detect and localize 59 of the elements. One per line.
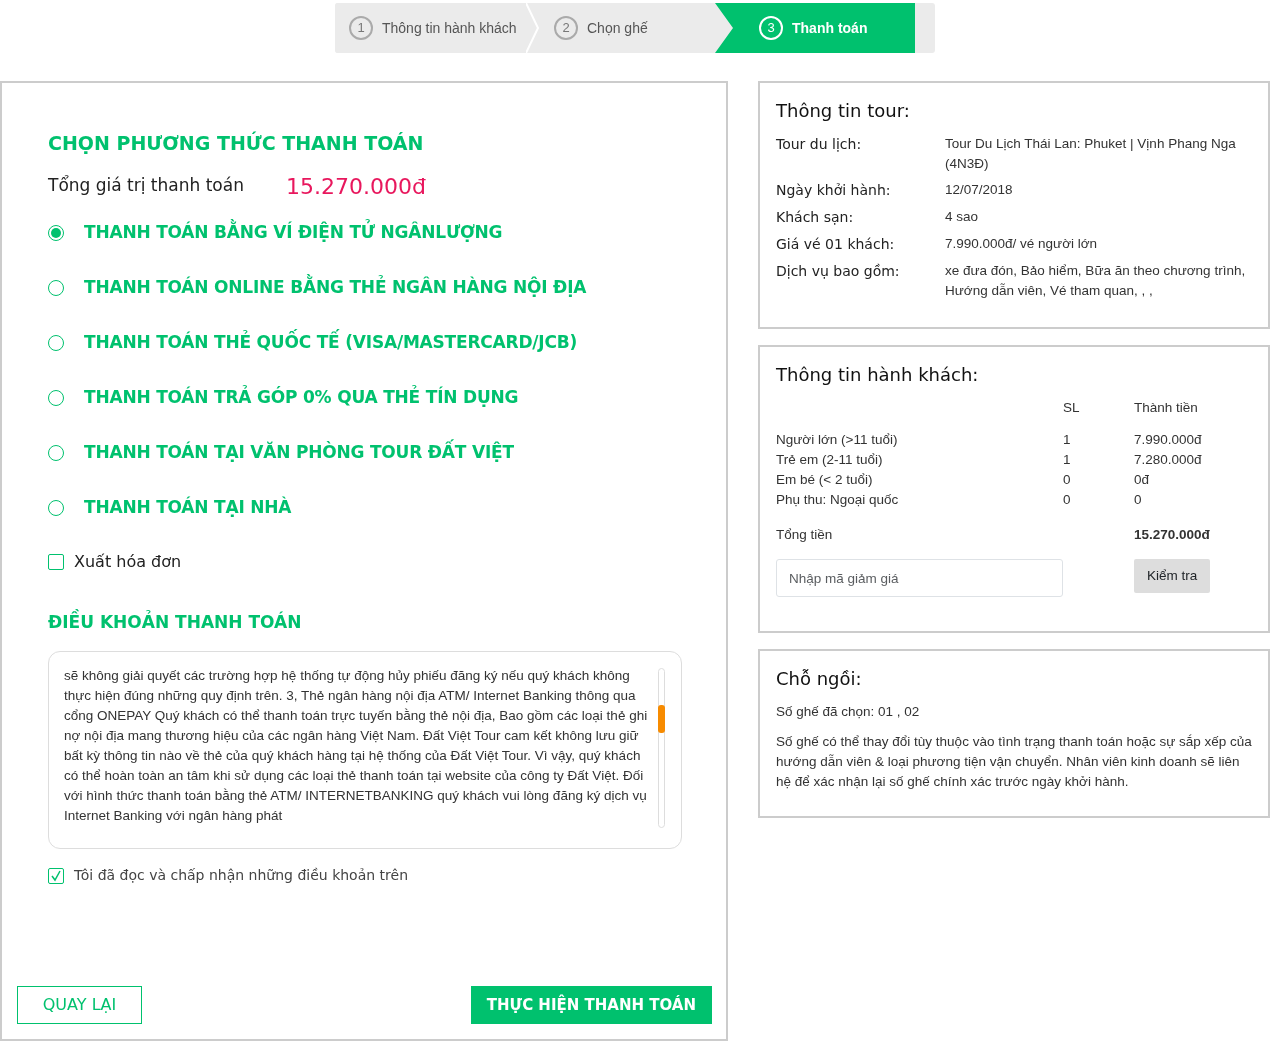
info-label: Khách sạn:	[776, 208, 855, 227]
payment-option-label[interactable]: THANH TOÁN THẺ QUỐC TẾ (VISA/MASTERCARD/JCB)	[84, 329, 578, 356]
coupon-field[interactable]: Nhập mã giảm giá	[776, 559, 1063, 597]
table-cell-text: 7.280.000đ	[1134, 451, 1202, 469]
info-label: Giá vé 01 khách:	[776, 235, 896, 254]
payment-option-label[interactable]: THANH TOÁN TẠI VĂN PHÒNG TOUR ĐẤT VIỆT	[84, 439, 514, 466]
card-title: Thông tin tour:	[776, 99, 911, 123]
table-cell-text: SL	[1063, 399, 1081, 417]
card-title: Thông tin hành khách:	[776, 363, 980, 387]
section-title: CHỌN PHƯƠNG THỨC THANH TOÁN	[48, 130, 425, 156]
table-cell-text: 0đ	[1134, 471, 1150, 489]
check-button[interactable]: Kiểm tra	[1134, 559, 1211, 593]
info-value: xe đưa đón, Bảo hiểm, Bữa ăn theo chương trình, Hướng dẫn viên, Vé tham quan, , ,	[945, 262, 1247, 300]
checkbox[interactable]	[48, 553, 64, 570]
info-value: 12/07/2018	[945, 181, 1014, 199]
info-label: Tour du lịch:	[776, 135, 863, 154]
table-cell-text: Người lớn (>11 tuổi)	[776, 431, 899, 449]
table-cell-text: 1	[1063, 451, 1072, 469]
table-cell-text: 1	[1063, 431, 1072, 449]
table-cell-text: 0	[1134, 491, 1142, 509]
step-number: 1	[349, 16, 373, 40]
agree-label: Tôi đã đọc và chấp nhận những điều khoản trên	[74, 866, 408, 885]
step-label: Chọn ghế	[587, 18, 648, 38]
total-label: Tổng tiền	[776, 526, 834, 544]
terms-box[interactable]	[48, 651, 682, 849]
table-cell-text: Trẻ em (2-11 tuổi)	[776, 451, 884, 469]
step-label: Thanh toán	[792, 18, 868, 38]
total-amount: 15.270.000đ	[1134, 526, 1210, 544]
step-number: 3	[759, 16, 783, 40]
step-label: Thông tin hành khách	[382, 18, 517, 38]
info-value: 7.990.000đ/ vé người lớn	[945, 235, 1099, 253]
terms-text: sẽ không giải quyết các trường hợp hệ thống tự động hủy phiếu đăng ký nếu quý khách không thực hiện đúng những quy định trên. 3, Thẻ ngân hàng nội địa ATM/ Internet Banking thông qua cổng ONEPAY Quý khách có thể thanh toán trực tuyến bằng thẻ nội địa, Bao gồm các loại thẻ ghi nợ nội địa mang thương hiệu của các ngân hàng Việt Nam. Đất Việt Tour cam kết không lưu giữ bất kỳ thông tin nào về thẻ của quý khách hàng tại hệ thống của Đất Việt Tour. Vì vậy, quý khách có thể hoàn toàn an tâm khi sử dụng các loại thẻ thanh toán tại website của công ty Đất Việt. Đối với hình thức thanh toán bằng thẻ ATM/ INTERNETBANKING quý khách vui lòng đăng ký dịch vụ Internet Banking với ngân hàng phát	[64, 667, 649, 825]
table-cell-text: 7.990.000đ	[1134, 431, 1202, 449]
payment-option-label[interactable]: THANH TOÁN ONLINE BẰNG THẺ NGÂN HÀNG NỘI ĐỊA	[84, 274, 587, 301]
info-label: Ngày khởi hành:	[776, 181, 892, 200]
step-number: 2	[554, 16, 578, 40]
total-label: Tổng giá trị thanh toán	[48, 174, 245, 198]
seats-chosen: Số ghế đã chọn: 01 , 02	[776, 703, 921, 721]
info-label: Dịch vụ bao gồm:	[776, 262, 901, 281]
table-cell-text: Thành tiền	[1134, 399, 1198, 417]
info-value: 4 sao	[945, 208, 980, 226]
invoice-label: Xuất hóa đơn	[74, 550, 182, 573]
table-cell-text: 0	[1063, 491, 1072, 509]
payment-option-label[interactable]: THANH TOÁN TẠI NHÀ	[84, 494, 292, 521]
info-value: Tour Du Lịch Thái Lan: Phuket | Vịnh Phang Nga (4N3Đ)	[945, 135, 1237, 173]
total-price: 15.270.000đ	[286, 172, 426, 201]
back-button[interactable]: QUAY LẠI	[17, 986, 142, 1024]
table-cell-text: Em bé (< 2 tuổi)	[776, 471, 874, 489]
terms-title: ĐIỀU KHOẢN THANH TOÁN	[48, 609, 303, 634]
table-cell-text: 0	[1063, 471, 1072, 489]
seat-note: Số ghế có thể thay đổi tùy thuộc vào tình trạng thanh toán hoặc sự sắp xếp của hướng dẫn viên & loại phương tiện vận chuyển. Nhân viên kinh doanh sẽ liên hệ để xác nhận lại số ghế chính xác trước ngày khởi hành.	[776, 733, 1252, 791]
step-tab[interactable]: 3 Thanh toán	[715, 3, 915, 53]
scrollbar-thumb[interactable]	[658, 705, 665, 733]
checkbox[interactable]	[48, 867, 64, 884]
payment-option-label[interactable]: THANH TOÁN TRẢ GÓP 0% QUA THẺ TÍN DỤNG	[84, 384, 519, 411]
pay-button[interactable]: THỰC HIỆN THANH TOÁN	[470, 986, 712, 1024]
card-title: Chỗ ngồi:	[776, 667, 863, 691]
payment-option-label[interactable]: THANH TOÁN BẰNG VÍ ĐIỆN TỬ NGÂNLƯỢNG	[84, 219, 503, 246]
table-cell-text: Phụ thu: Ngoại quốc	[776, 491, 900, 509]
